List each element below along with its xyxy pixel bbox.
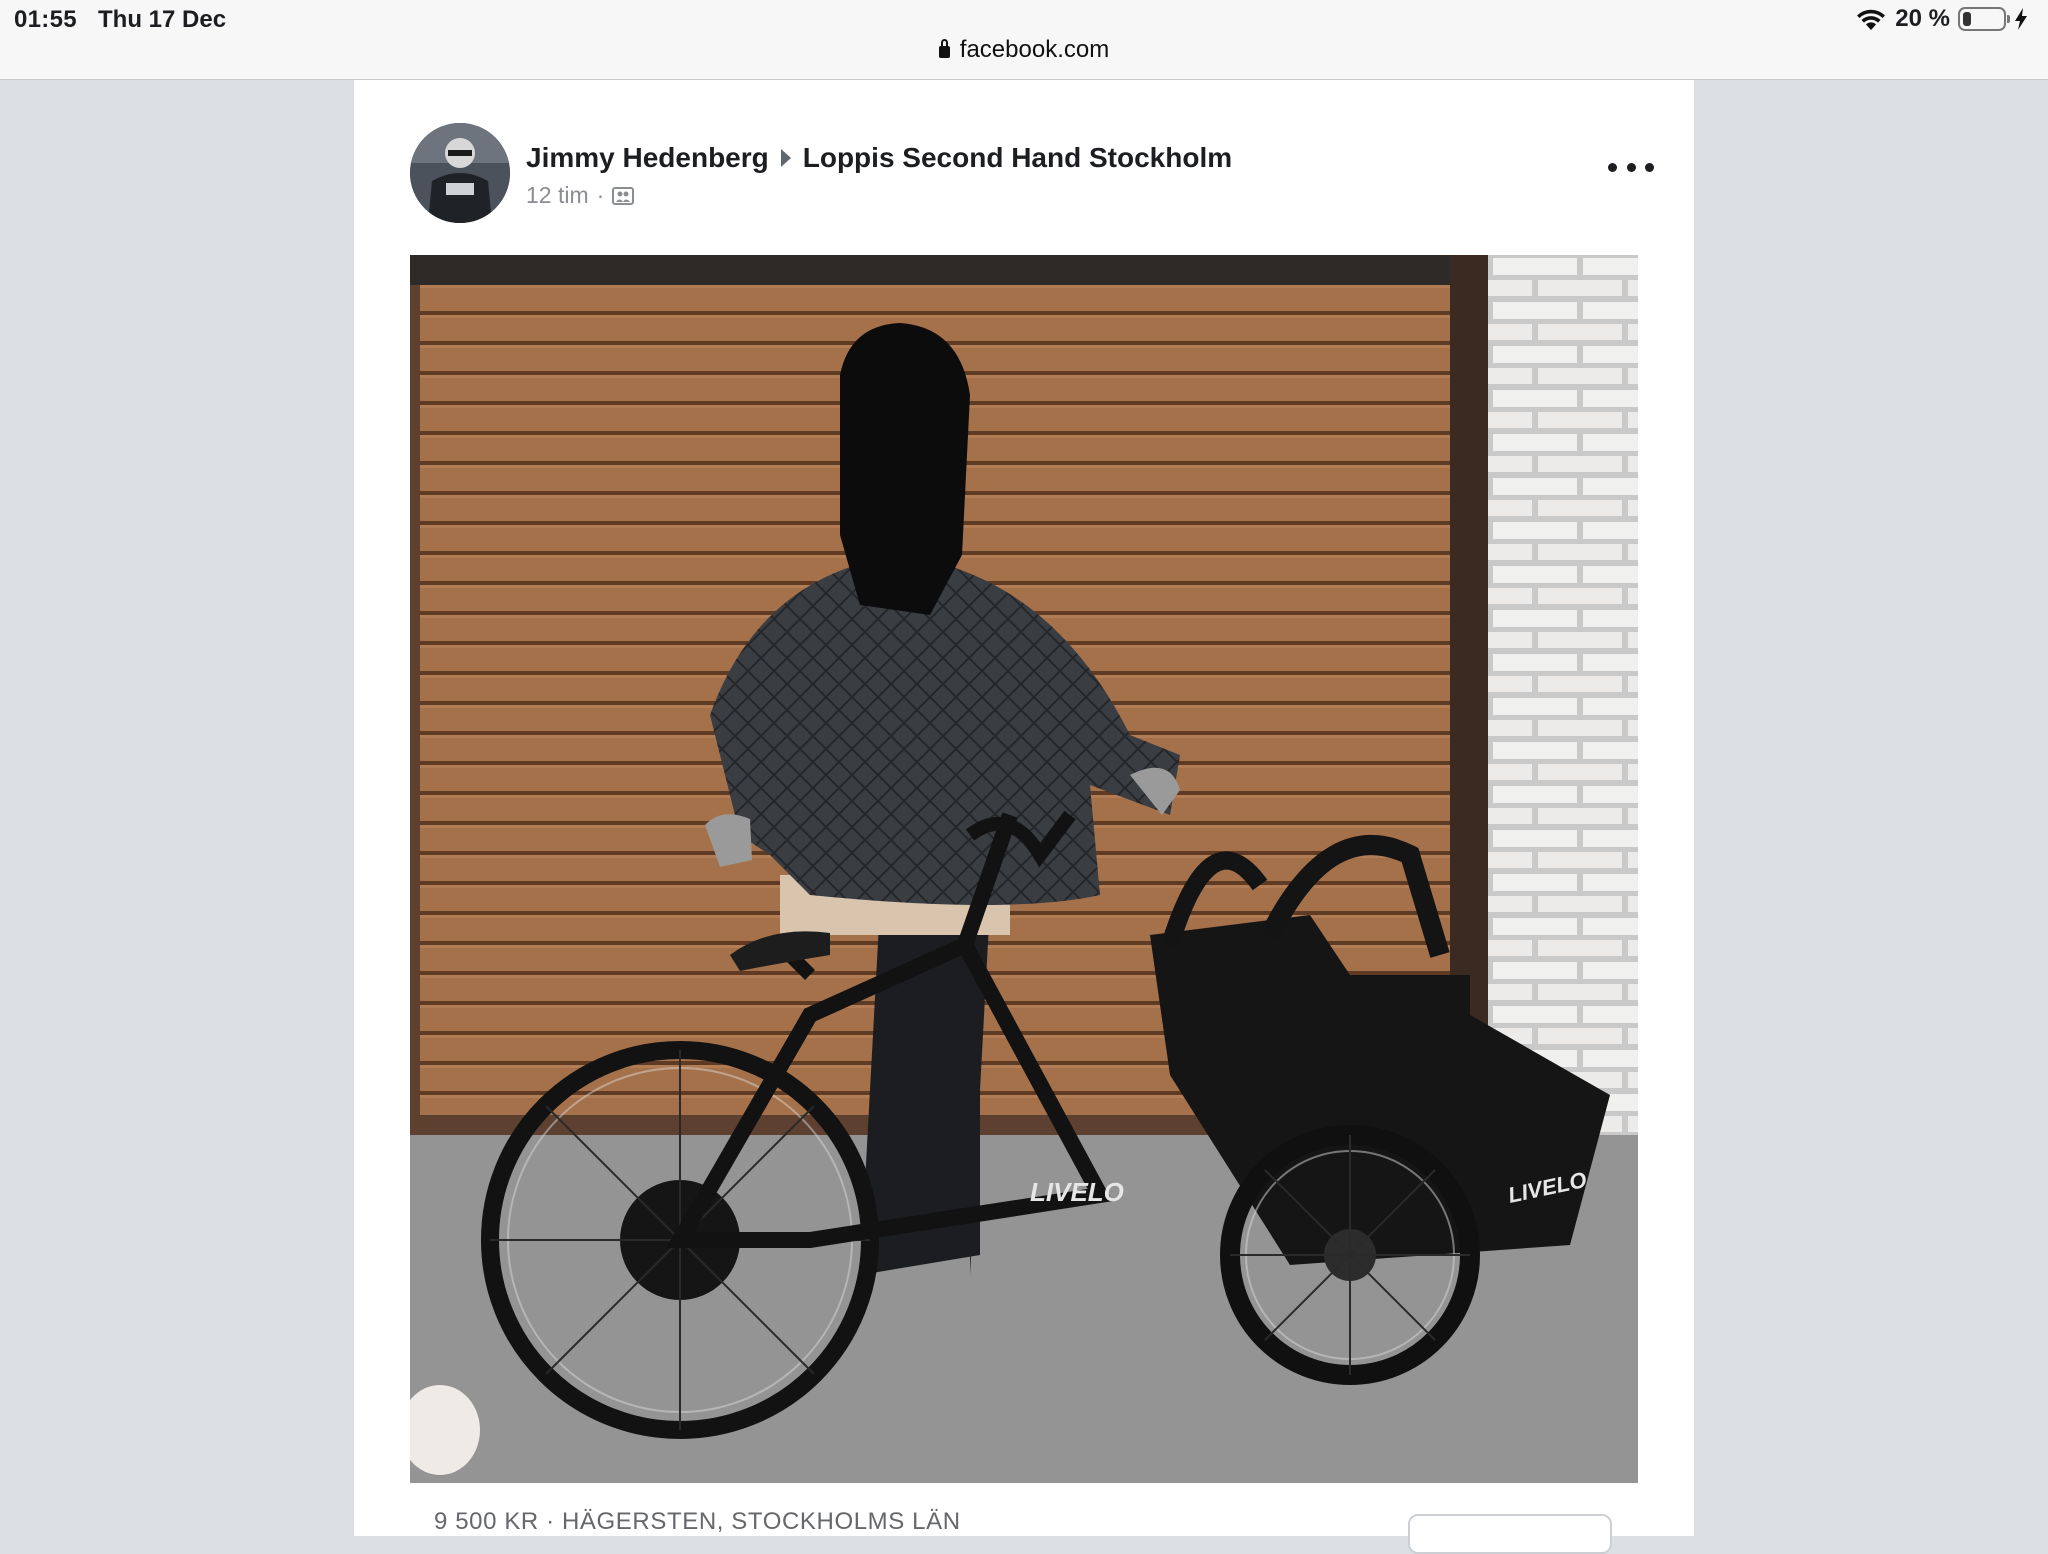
group-icon	[612, 186, 635, 205]
more-options-button[interactable]	[1608, 152, 1654, 182]
post-meta: 12 tim ·	[526, 182, 635, 209]
post-time[interactable]: 12 tim	[526, 182, 589, 209]
post-photo[interactable]: LIVELO LIVELO	[410, 255, 1638, 1483]
address-bar[interactable]: facebook.com	[0, 36, 2048, 64]
avatar-image	[410, 123, 510, 223]
lock-icon	[938, 39, 950, 58]
battery-level	[1963, 12, 1971, 26]
battery-icon	[1958, 7, 2010, 31]
wifi-icon	[1857, 9, 1886, 30]
status-date: Thu 17 Dec	[98, 6, 227, 33]
more-dot	[1626, 162, 1636, 172]
status-time: 01:55	[14, 6, 77, 33]
cargo-bike-photo: LIVELO LIVELO	[410, 255, 1638, 1483]
battery-percentage: 20 %	[1895, 5, 1950, 32]
more-dots-icon	[1608, 162, 1617, 172]
avatar[interactable]	[410, 123, 510, 223]
author-name[interactable]: Jimmy Hedenberg	[526, 142, 769, 174]
meta-separator: ·	[596, 182, 605, 208]
status-indicators: 20 %	[1855, 5, 2028, 33]
more-dot	[1645, 162, 1654, 172]
group-name[interactable]: Loppis Second Hand Stockholm	[803, 142, 1232, 174]
post-header-title: Jimmy Hedenberg Loppis Second Hand Stock…	[526, 142, 1232, 174]
arrow-right-icon	[780, 149, 791, 167]
bike-brand-text: LIVELO	[1030, 1177, 1124, 1207]
url-text: facebook.com	[959, 36, 1110, 63]
bolt-icon	[2015, 8, 2027, 30]
message-button[interactable]	[1408, 1514, 1612, 1554]
post-card: Jimmy Hedenberg Loppis Second Hand Stock…	[354, 80, 1694, 1554]
browser-top-bar: 01:55 Thu 17 Dec 20 % facebook.com	[0, 0, 2048, 80]
listing-info: 9 500 KR · HÄGERSTEN, STOCKHOLMS LÄN	[434, 1508, 961, 1535]
